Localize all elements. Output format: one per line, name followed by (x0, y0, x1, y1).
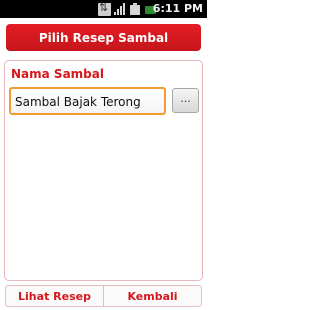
back-button[interactable]: Kembali (103, 286, 201, 306)
status-bar: 6:11 PM (0, 0, 207, 18)
status-icons (98, 1, 157, 16)
data-transfer-icon (98, 1, 111, 16)
view-recipe-button[interactable]: Lihat Resep (6, 286, 103, 306)
battery-icon (128, 2, 142, 16)
sambal-name-field[interactable]: Sambal Bajak Terong (9, 87, 166, 115)
form-panel: Nama Sambal Sambal Bajak Terong ... (4, 60, 203, 281)
page-title: Pilih Resep Sambal (6, 24, 201, 51)
status-time: 6:11 PM (152, 2, 203, 15)
signal-icon (113, 2, 126, 16)
name-label: Nama Sambal (11, 67, 104, 81)
bottom-button-bar: Lihat Resep Kembali (5, 285, 202, 307)
browse-button[interactable]: ... (172, 88, 199, 113)
